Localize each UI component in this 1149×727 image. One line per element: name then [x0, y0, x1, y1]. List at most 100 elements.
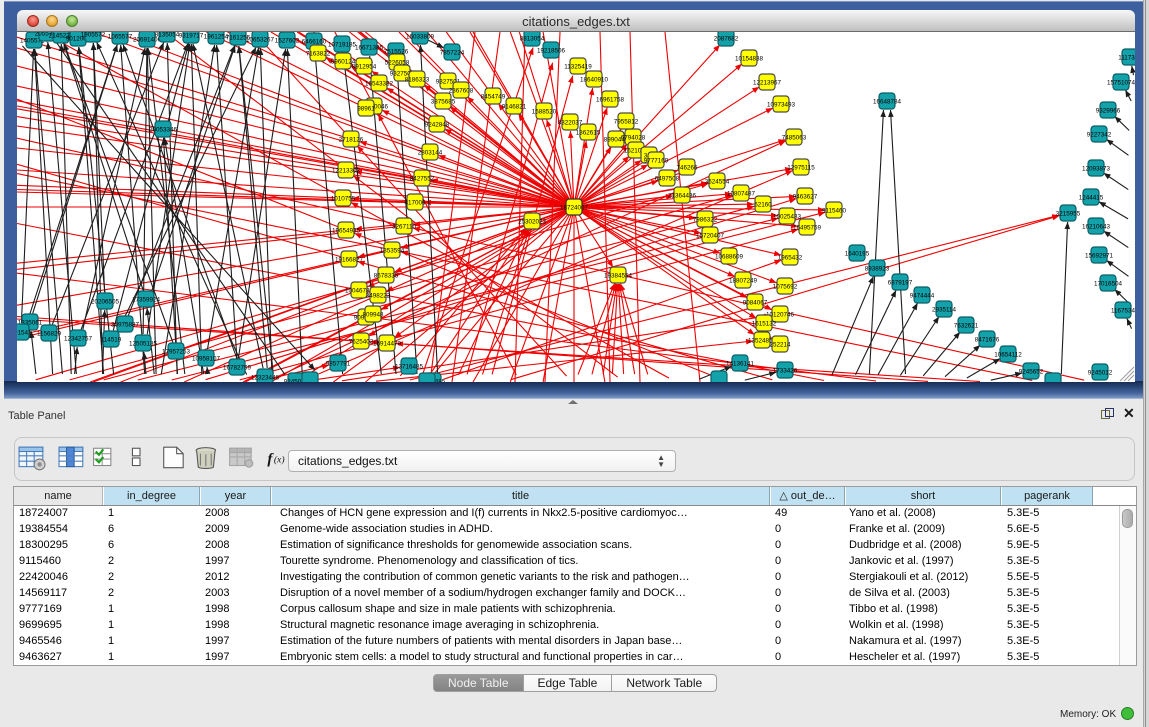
- svg-text:16210643: 16210643: [1082, 224, 1111, 231]
- svg-text:391541: 391541: [17, 330, 32, 337]
- svg-text:62160: 62160: [754, 202, 772, 209]
- svg-text:18724007: 18724007: [560, 205, 589, 212]
- svg-text:1010755: 1010755: [331, 196, 356, 203]
- svg-text:9245012: 9245012: [1088, 370, 1113, 377]
- svg-text:16033809: 16033809: [406, 34, 435, 41]
- svg-text:16543382: 16543382: [365, 81, 394, 88]
- svg-text:2718126: 2718126: [339, 137, 364, 144]
- svg-text:16648784: 16648784: [873, 99, 902, 106]
- svg-text:12505135: 12505135: [129, 341, 158, 348]
- svg-text:7625402: 7625402: [349, 339, 374, 346]
- svg-text:12213967: 12213967: [753, 80, 782, 87]
- svg-text:17957253: 17957253: [162, 349, 191, 356]
- svg-text:16671385: 16671385: [355, 45, 384, 52]
- svg-text:9146821: 9146821: [502, 104, 527, 111]
- svg-text:3267110: 3267110: [392, 224, 417, 231]
- svg-text:14136141: 14136141: [726, 361, 755, 368]
- svg-text:13716485: 13716485: [395, 364, 424, 371]
- svg-text:746266: 746266: [676, 165, 698, 172]
- svg-text:15751074: 15751074: [1107, 80, 1135, 87]
- svg-text:8938923: 8938923: [865, 266, 890, 273]
- svg-text:3498222: 3498222: [366, 293, 391, 300]
- svg-text:9329966: 9329966: [1096, 108, 1121, 115]
- svg-text:9227342: 9227342: [1087, 132, 1112, 139]
- svg-text:12093873: 12093873: [1082, 166, 1111, 173]
- svg-text:809948: 809948: [362, 312, 384, 319]
- svg-text:9084067: 9084067: [743, 300, 768, 307]
- svg-text:10807487: 10807487: [727, 191, 756, 198]
- svg-text:7632621: 7632621: [954, 323, 979, 330]
- svg-text:21364436: 21364436: [668, 193, 697, 200]
- svg-text:1615132: 1615132: [752, 321, 777, 328]
- svg-text:7955812: 7955812: [614, 119, 639, 126]
- svg-text:(x): (x): [274, 454, 285, 465]
- svg-text:10154838: 10154838: [735, 56, 764, 63]
- svg-text:20206505: 20206505: [91, 299, 120, 306]
- svg-text:1065577: 1065577: [108, 34, 133, 41]
- svg-text:2367608: 2367608: [449, 88, 474, 95]
- svg-text:11325419: 11325419: [564, 64, 592, 71]
- svg-text:18807249: 18807249: [729, 278, 758, 285]
- svg-text:19384554: 19384554: [604, 273, 633, 280]
- svg-text:8912954: 8912954: [352, 64, 377, 71]
- svg-text:7163822: 7163822: [306, 51, 331, 58]
- svg-text:1905572: 1905572: [81, 32, 106, 39]
- svg-text:6879197: 6879197: [888, 280, 913, 287]
- svg-text:15720407: 15720407: [696, 233, 725, 240]
- svg-text:1640195: 1640195: [845, 251, 870, 258]
- svg-text:18640910: 18640910: [580, 77, 609, 84]
- svg-text:16495759: 16495759: [793, 225, 822, 232]
- svg-text:252214: 252214: [769, 342, 791, 349]
- svg-text:8678335: 8678335: [374, 273, 399, 280]
- svg-text:9474444: 9474444: [910, 293, 935, 300]
- svg-text:6794028: 6794028: [621, 135, 646, 142]
- svg-text:1117345: 1117345: [1118, 55, 1135, 62]
- svg-text:19166827: 19166827: [335, 257, 364, 264]
- svg-text:9115460: 9115460: [822, 208, 847, 215]
- svg-text:20053346: 20053346: [149, 127, 178, 134]
- svg-text:10654112: 10654112: [994, 352, 1022, 359]
- svg-text:114519: 114519: [101, 337, 122, 344]
- svg-text:10973493: 10973493: [767, 102, 796, 109]
- svg-text:8813054: 8813054: [520, 36, 545, 43]
- svg-text:17359924: 17359924: [132, 297, 161, 304]
- svg-text:9242848: 9242848: [425, 122, 450, 129]
- svg-text:1075692: 1075692: [773, 284, 798, 291]
- svg-text:1588520: 1588520: [532, 109, 557, 116]
- svg-text:10958107: 10958107: [192, 356, 221, 363]
- svg-text:16914479: 16914479: [373, 341, 402, 348]
- svg-text:1362615: 1362615: [576, 130, 601, 137]
- svg-text:7857224: 7857224: [440, 50, 465, 57]
- svg-text:10688609: 10688609: [715, 254, 744, 261]
- svg-text:1527602: 1527602: [275, 38, 300, 45]
- svg-text:2803144: 2803144: [418, 150, 443, 157]
- svg-text:1353594: 1353594: [380, 248, 405, 255]
- svg-text:3624554: 3624554: [705, 179, 730, 186]
- svg-text:12342757: 12342757: [64, 336, 93, 343]
- svg-text:9319717: 9319717: [179, 33, 204, 40]
- svg-text:19218506: 19218506: [537, 48, 566, 55]
- svg-text:10719185: 10719185: [328, 42, 357, 49]
- svg-text:2087682: 2087682: [714, 36, 739, 43]
- svg-text:98961: 98961: [357, 106, 375, 113]
- svg-text:12975115: 12975115: [787, 165, 815, 172]
- svg-text:9463627: 9463627: [793, 194, 818, 201]
- svg-text:8186323: 8186323: [405, 77, 430, 84]
- svg-text:7485063: 7485063: [782, 135, 807, 142]
- svg-text:9777169: 9777169: [644, 158, 669, 165]
- svg-text:10025433: 10025433: [773, 214, 802, 221]
- svg-text:8471676: 8471676: [975, 337, 1000, 344]
- svg-text:17016504: 17016504: [1094, 281, 1123, 288]
- svg-text:1244415: 1244415: [1079, 195, 1104, 202]
- svg-text:8322037: 8322037: [558, 120, 583, 127]
- svg-text:3875685: 3875685: [431, 99, 456, 106]
- svg-text:1965432: 1965432: [778, 255, 803, 262]
- svg-text:417006: 417006: [404, 200, 426, 207]
- svg-text:9857791: 9857791: [326, 361, 351, 368]
- svg-text:25302023: 25302023: [518, 219, 547, 226]
- svg-text:8454749: 8454749: [481, 94, 506, 101]
- svg-text:1733426: 1733426: [773, 368, 798, 375]
- svg-text:8135054: 8135054: [155, 32, 180, 39]
- svg-text:8427552: 8427552: [410, 176, 435, 183]
- svg-text:10653267: 10653267: [246, 37, 275, 44]
